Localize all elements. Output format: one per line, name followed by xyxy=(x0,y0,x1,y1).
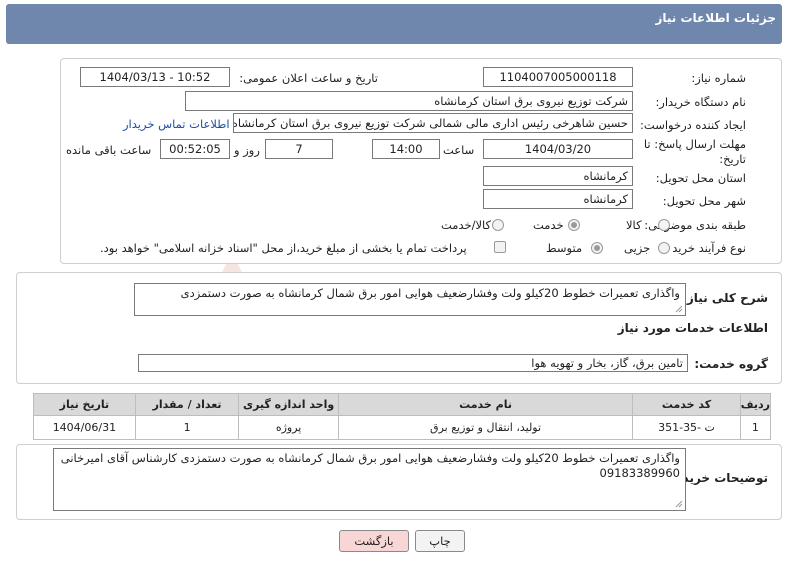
description-text: واگذاری تعمیرات خطوط 20کیلو ولت وفشارضعی… xyxy=(180,286,680,300)
category-radio-service[interactable] xyxy=(568,219,580,231)
announce-datetime-label: تاریخ و ساعت اعلان عمومی: xyxy=(239,71,378,85)
category-option-service: خدمت xyxy=(533,218,564,232)
buyer-org-field: شرکت توزیع نیروی برق استان کرمانشاه xyxy=(185,91,633,111)
remaining-time-label: ساعت باقی مانده xyxy=(66,143,152,157)
table-header-row: ردیف کد خدمت نام خدمت واحد اندازه گیری ت… xyxy=(33,393,772,416)
announce-datetime-field: 1404/03/13 - 10:52 xyxy=(80,67,230,87)
buyer-notes-textarea: واگذاری تعمیرات خطوط 20کیلو ولت وفشارضعی… xyxy=(53,448,686,511)
cell-quantity: 1 xyxy=(134,415,240,440)
table-row: 1 ت -35-351 تولید، انتقال و توزیع برق پر… xyxy=(33,415,772,440)
col-header-need-date: تاریخ نیاز xyxy=(33,393,136,416)
deadline-date-label: تاریخ: xyxy=(719,152,746,166)
category-radio-goods-service[interactable] xyxy=(492,219,504,231)
back-button[interactable]: بازگشت xyxy=(339,530,409,552)
print-button[interactable]: چاپ xyxy=(415,530,465,552)
services-section-title: اطلاعات خدمات مورد نیاز xyxy=(617,321,768,335)
creator-field: حسین شاهرخی رئیس اداری مالی شمالی شرکت ت… xyxy=(233,113,633,133)
service-group-field: تامین برق، گاز، بخار و تهویه هوا xyxy=(138,354,688,372)
deadline-date-field: 1404/03/20 xyxy=(483,139,633,159)
city-field: کرمانشاه xyxy=(483,189,633,209)
cell-service-code: ت -35-351 xyxy=(632,415,741,440)
need-info-panel xyxy=(60,58,782,264)
page-title: جزئیات اطلاعات نیاز xyxy=(655,11,776,25)
description-textarea: واگذاری تعمیرات خطوط 20کیلو ولت وفشارضعی… xyxy=(134,283,686,316)
days-remaining-field: 7 xyxy=(265,139,333,159)
city-label: شهر محل تحویل: xyxy=(662,194,746,208)
col-header-unit: واحد اندازه گیری xyxy=(238,393,339,416)
services-table: ردیف کد خدمت نام خدمت واحد اندازه گیری ت… xyxy=(33,393,772,440)
category-option-goods-service: کالا/خدمت xyxy=(441,218,492,232)
process-type-label: نوع فرآیند خرید : xyxy=(664,241,746,255)
creator-label: ایجاد کننده درخواست: xyxy=(640,118,746,132)
cell-unit: پروژه xyxy=(238,415,339,440)
process-radio-medium[interactable] xyxy=(591,242,603,254)
col-header-row-num: ردیف xyxy=(739,393,772,416)
cell-row-num: 1 xyxy=(739,415,772,440)
treasury-payment-note: پرداخت تمام یا بخشی از مبلغ خرید،از محل … xyxy=(100,241,467,255)
days-label: روز و xyxy=(234,143,260,157)
category-radio-goods[interactable] xyxy=(658,219,670,231)
description-label: شرح کلی نیاز: xyxy=(682,291,768,305)
province-label: استان محل تحویل: xyxy=(655,171,746,185)
treasury-payment-checkbox[interactable] xyxy=(494,241,506,253)
cell-service-name: تولید، انتقال و توزیع برق xyxy=(337,415,634,440)
resize-handle-icon[interactable] xyxy=(675,500,683,508)
buyer-notes-text: واگذاری تعمیرات خطوط 20کیلو ولت وفشارضعی… xyxy=(60,451,680,480)
buyer-org-label: نام دستگاه خریدار: xyxy=(655,95,746,109)
service-group-label: گروه خدمت: xyxy=(694,357,768,371)
process-radio-minor[interactable] xyxy=(658,242,670,254)
remaining-time-field: 00:52:05 xyxy=(160,139,230,159)
process-option-minor: جزیی xyxy=(624,241,651,255)
col-header-service-code: کد خدمت xyxy=(632,393,741,416)
col-header-quantity: تعداد / مقدار xyxy=(134,393,240,416)
deadline-label: مهلت ارسال پاسخ: تا xyxy=(643,137,746,151)
need-number-field: 1104007005000118 xyxy=(483,67,633,87)
deadline-time-field: 14:00 xyxy=(372,139,440,159)
need-number-label: شماره نیاز: xyxy=(691,71,746,85)
category-option-goods: کالا xyxy=(626,218,642,232)
cell-need-date: 1404/06/31 xyxy=(33,415,136,440)
deadline-time-label: ساعت xyxy=(443,143,475,157)
buyer-contact-link[interactable]: اطلاعات تماس خریدار xyxy=(123,117,230,131)
province-field: کرمانشاه xyxy=(483,166,633,186)
col-header-service-name: نام خدمت xyxy=(337,393,634,416)
process-option-medium: متوسط xyxy=(546,241,583,255)
resize-handle-icon[interactable] xyxy=(675,305,683,313)
